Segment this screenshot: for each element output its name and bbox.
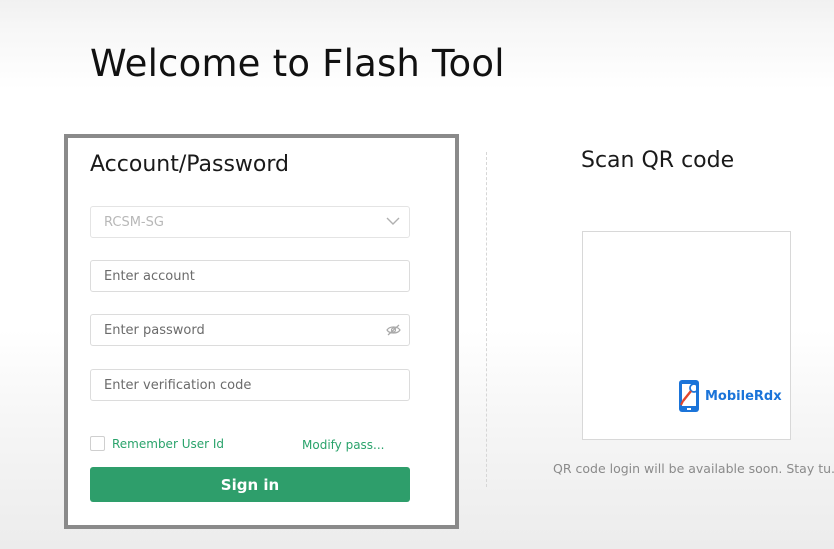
remember-user-option[interactable]: Remember User Id (90, 436, 224, 451)
eye-hidden-icon[interactable] (386, 324, 401, 336)
qr-code-area: MobileRdx (582, 231, 791, 440)
chevron-down-icon[interactable] (386, 216, 400, 226)
remember-checkbox[interactable] (90, 436, 105, 451)
watermark-logo: MobileRdx (677, 378, 782, 414)
account-input[interactable] (104, 268, 374, 284)
password-input[interactable] (104, 322, 374, 338)
qr-availability-note: QR code login will be available soon. St… (553, 461, 834, 476)
login-panel: Account/Password RCSM-SG Remember User I… (64, 134, 459, 529)
password-field[interactable] (90, 314, 410, 346)
watermark-text: MobileRdx (705, 388, 782, 404)
qr-heading: Scan QR code (581, 148, 735, 173)
remember-label: Remember User Id (112, 436, 225, 451)
page-title: Welcome to Flash Tool (90, 42, 505, 85)
verification-field[interactable] (90, 369, 410, 401)
sign-in-button[interactable]: Sign in (90, 467, 410, 502)
account-field[interactable] (90, 260, 410, 292)
verification-input[interactable] (104, 377, 374, 393)
region-select[interactable]: RCSM-SG (90, 206, 410, 238)
section-divider (486, 152, 487, 487)
login-heading: Account/Password (90, 152, 289, 177)
phone-wrench-icon (679, 380, 699, 412)
region-select-value: RCSM-SG (104, 214, 164, 230)
modify-password-link[interactable]: Modify pass... (302, 438, 385, 452)
